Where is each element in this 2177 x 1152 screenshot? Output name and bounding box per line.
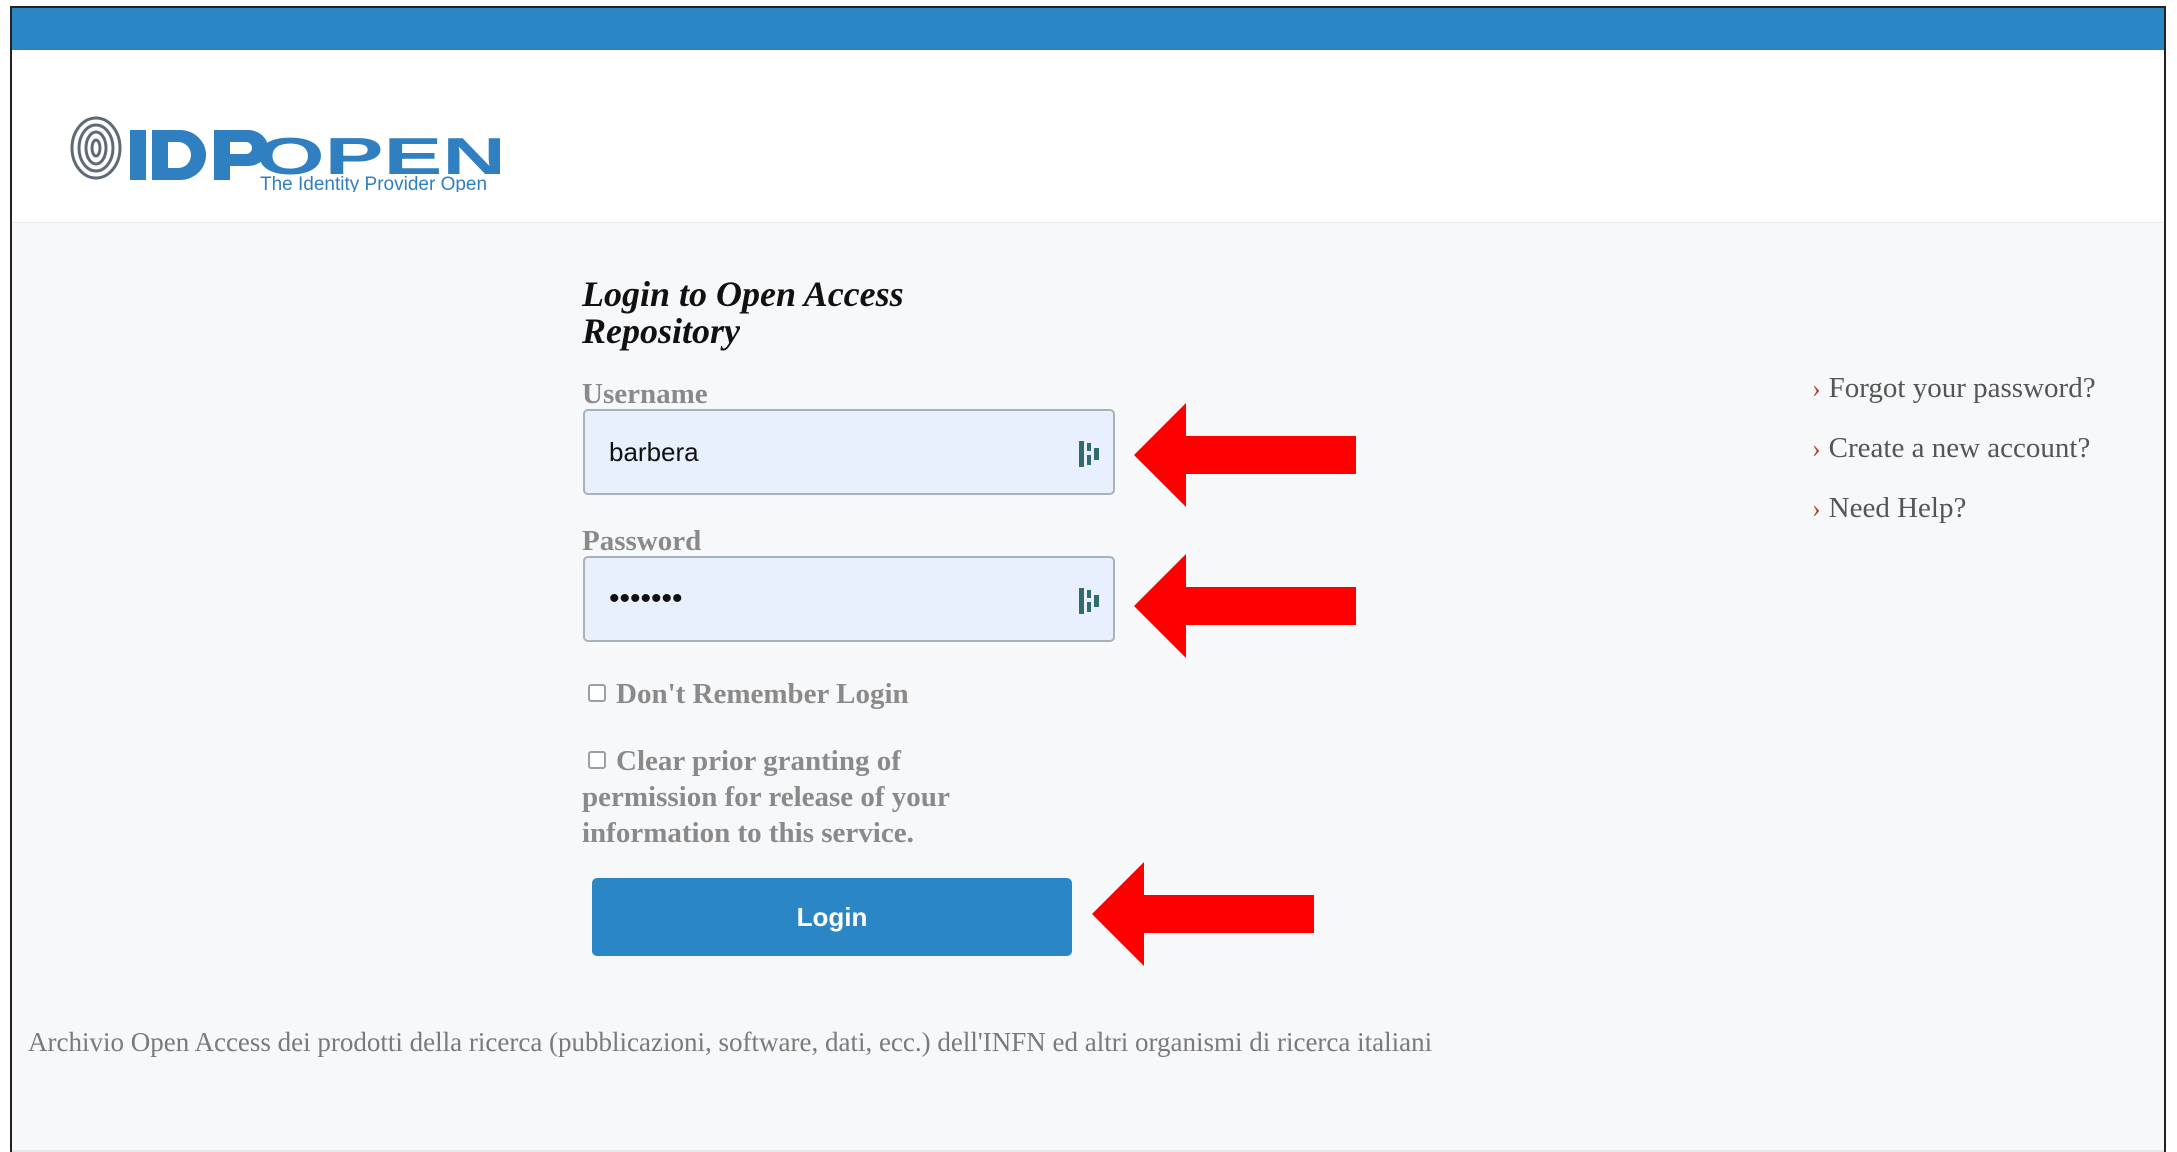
chevron-right-icon: › (1812, 374, 1821, 403)
clear-grants-label: Clear prior granting of permission for r… (582, 745, 950, 849)
clear-grants-row: Clear prior granting of permission for r… (582, 743, 1022, 851)
site-header: OPEN The Identity Provider Open (12, 50, 2164, 223)
idpopen-logo: OPEN The Identity Provider Open (70, 116, 506, 192)
dont-remember-row: Don't Remember Login (582, 678, 909, 711)
forgot-password-link[interactable]: › Forgot your password? (1812, 372, 2096, 405)
dont-remember-label: Don't Remember Login (616, 678, 909, 710)
clear-grants-checkbox[interactable] (588, 751, 606, 770)
keepassxc-icon[interactable] (1075, 437, 1105, 471)
need-help-link[interactable]: › Need Help? (1812, 492, 1966, 525)
top-bar (12, 8, 2164, 50)
chevron-right-icon: › (1812, 434, 1821, 463)
password-field-wrapper (583, 556, 1115, 642)
page-frame: OPEN The Identity Provider Open Login to… (10, 6, 2166, 1152)
password-label: Password (582, 525, 702, 557)
need-help-label: Need Help? (1828, 492, 1967, 524)
username-label: Username (582, 378, 708, 410)
forgot-password-label: Forgot your password? (1828, 372, 2096, 404)
red-arrow-icon (1134, 403, 1356, 507)
dont-remember-checkbox[interactable] (588, 684, 606, 703)
keepassxc-icon[interactable] (1075, 584, 1105, 618)
logo-tagline: The Identity Provider Open (260, 174, 487, 192)
create-account-link[interactable]: › Create a new account? (1812, 432, 2090, 465)
create-account-label: Create a new account? (1828, 432, 2091, 464)
login-button[interactable]: Login (592, 878, 1072, 956)
chevron-right-icon: › (1812, 494, 1821, 523)
fingerprint-icon (70, 116, 122, 180)
footer-description: Archivio Open Access dei prodotti della … (28, 1027, 1433, 1057)
red-arrow-icon (1092, 862, 1314, 966)
password-input[interactable] (585, 558, 1069, 640)
red-arrow-icon (1134, 554, 1356, 658)
username-input[interactable] (585, 411, 1069, 493)
login-title: Login to Open Access Repository (582, 274, 904, 351)
username-field-wrapper (583, 409, 1115, 495)
